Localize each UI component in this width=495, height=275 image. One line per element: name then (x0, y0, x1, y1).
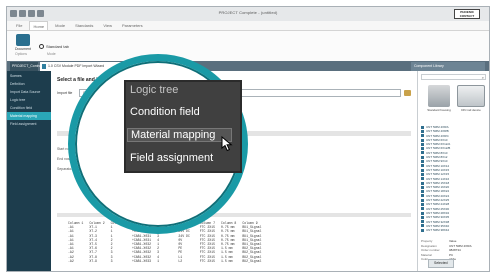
table-cell: 1.5 mm (221, 258, 233, 263)
document-icon (42, 64, 46, 69)
document-tab-strip: PROJECT_Control 1.0 CSV Module PDF Impor… (7, 61, 489, 71)
component-icon (421, 142, 424, 146)
mouse-pointer-icon (221, 136, 233, 152)
tab-home[interactable]: Home (29, 21, 49, 30)
magnified-item-logic-tree[interactable]: Logic tree (130, 84, 178, 96)
component-icon (421, 198, 424, 202)
component-icon (421, 129, 424, 133)
component-icon (421, 228, 424, 232)
component-icon (421, 185, 424, 189)
table-cell: -A2 (68, 258, 74, 263)
table-cell: BU2_Signal (242, 250, 262, 255)
table-cell: FTC 2X15 (199, 229, 216, 234)
search-icon[interactable]: ⌕ (482, 75, 484, 80)
import-file-label: Import file (57, 91, 73, 95)
table-cell: L2 (178, 258, 183, 263)
table-cell: +CAB1-X032 (131, 250, 152, 255)
component-icon (421, 224, 424, 228)
nav-item-condition-field[interactable]: Condition field (7, 104, 51, 112)
wizard-navigation: Scenes Definition Import Data Source Log… (7, 71, 51, 271)
device-thumbnail[interactable]: DIN rail device (456, 85, 486, 112)
magnified-item-field-assignment[interactable]: Field assignment (130, 152, 213, 164)
table-cell: 3 (110, 258, 113, 263)
component-icon (421, 168, 424, 172)
device-label: DIN rail device (461, 108, 481, 112)
component-icon (421, 202, 424, 206)
table-cell: BU1_Signal (242, 229, 262, 234)
list-item[interactable]: UNT 5MM 38X42 (421, 228, 486, 232)
nav-item-logic-tree[interactable]: Logic tree (7, 96, 51, 104)
table-cell: FTC 2X15 (199, 258, 216, 263)
magnified-item-material-mapping[interactable]: Material mapping (127, 128, 232, 142)
component-icon (421, 138, 424, 142)
tab-import-wizard-label: 1.0 CSV Module PDF Import Wizard (48, 64, 105, 68)
table-row[interactable]: -A2 XT-9 3 +CAB1-X033 1 L2 FTC 2X15 1.5 mm BU2_S… (65, 259, 264, 263)
ribbon: Document Standard tab Options Mode (7, 31, 489, 62)
component-icon (421, 151, 424, 155)
document-button[interactable]: Document (12, 34, 34, 51)
window-title: PROJECT Complete - (untitled) (218, 10, 278, 15)
folder-icon[interactable] (404, 90, 411, 96)
component-icon (421, 177, 424, 181)
table-cell: 1 (157, 258, 159, 263)
component-icon (421, 190, 424, 194)
component-list: UNT 5MM 4X8/A UNT 5MM 4X8/B UNT 5MM 4X8/C U… (421, 125, 486, 232)
tab-standards[interactable]: Standards (72, 21, 96, 30)
component-icon (421, 172, 424, 176)
component-icon (421, 220, 424, 224)
component-icon (421, 181, 424, 185)
housing-image (428, 85, 450, 107)
component-icon (421, 211, 424, 215)
radio-icon (39, 44, 44, 49)
ribbon-group-label: Options (15, 52, 28, 56)
library-search-input[interactable]: ⌕ (421, 74, 486, 80)
component-icon (421, 207, 424, 211)
component-icon (421, 134, 424, 138)
device-label: Standard housing (427, 108, 451, 112)
ribbon-group-label: Mode (47, 52, 56, 56)
table-cell: XT-9 (89, 258, 97, 263)
component-icon (421, 194, 424, 198)
component-icon (421, 164, 424, 168)
document-icon (16, 34, 30, 46)
tab-mode[interactable]: Mode (52, 21, 68, 30)
component-icon (421, 155, 424, 159)
device-thumbnail[interactable]: Standard housing (424, 85, 454, 112)
component-icon (421, 125, 424, 129)
brand-logo: PHOENIX CONTACT (454, 9, 480, 19)
nav-item-field-assignment[interactable]: Field assignment (7, 120, 51, 128)
table-cell: FTC 2X15 (199, 250, 216, 255)
din-rail-device-image (457, 85, 485, 107)
magnified-item-condition-field[interactable]: Condition field (130, 106, 200, 118)
tab-file[interactable]: File (13, 21, 25, 30)
component-library-header: Component Library (411, 62, 485, 71)
list-item-label: UNT 5MM 38X42 (426, 228, 450, 233)
table-cell: +CAB1-X033 (131, 258, 152, 263)
nav-item-import-data-source[interactable]: Import Data Source (7, 88, 51, 96)
component-icon (421, 215, 424, 219)
component-library-panel: ⌕ Standard housing DIN rail device UNT 5… (417, 71, 489, 271)
table-cell: BU2_Signal (242, 258, 262, 263)
magnified-navigation: Logic tree Condition field Material mapp… (124, 80, 242, 173)
component-icon (421, 160, 424, 164)
tab-view[interactable]: View (100, 21, 115, 30)
standard-tab-label: Standard tab (46, 44, 69, 49)
tab-parameters[interactable]: Parameters (119, 21, 146, 30)
ribbon-tabs: File Home Mode Standards View Parameters (7, 21, 489, 31)
component-icon (421, 147, 424, 151)
title-bar: PROJECT Complete - (untitled) PHOENIX CO… (7, 7, 489, 22)
tab-project[interactable]: PROJECT_Control (10, 62, 42, 71)
selected-button[interactable]: Selected (428, 259, 454, 268)
standard-tab-button[interactable]: Standard tab (39, 44, 69, 49)
nav-item-definition[interactable]: Definition (7, 80, 51, 88)
document-button-label: Document (15, 47, 31, 51)
nav-header: Scenes (10, 74, 22, 78)
nav-item-material-mapping[interactable]: Material mapping (7, 112, 51, 120)
